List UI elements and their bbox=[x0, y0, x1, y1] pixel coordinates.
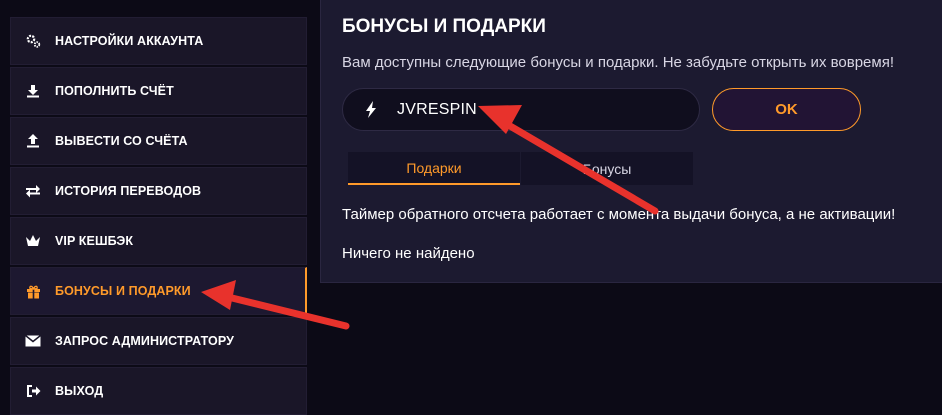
upload-icon bbox=[25, 133, 41, 149]
page-title: БОНУСЫ И ПОДАРКИ bbox=[342, 16, 546, 37]
gears-icon bbox=[25, 33, 41, 49]
panel-description: Вам доступны следующие бонусы и подарки.… bbox=[342, 54, 895, 71]
logout-icon bbox=[25, 383, 41, 399]
sidebar-item-label: ВЫВЕСТИ СО СЧЁТА bbox=[55, 134, 188, 148]
tab-gifts[interactable]: Подарки bbox=[348, 152, 520, 185]
promo-code-value[interactable]: JVRESPIN bbox=[397, 101, 477, 119]
sidebar-item-label: БОНУСЫ И ПОДАРКИ bbox=[55, 284, 191, 298]
sidebar-item-withdraw[interactable]: ВЫВЕСТИ СО СЧЁТА bbox=[10, 117, 307, 165]
sidebar-item-deposit[interactable]: ПОПОЛНИТЬ СЧЁТ bbox=[10, 67, 307, 115]
lightning-icon bbox=[365, 101, 379, 119]
sidebar-item-transfer-history[interactable]: ИСТОРИЯ ПЕРЕВОДОВ bbox=[10, 167, 307, 215]
ok-button[interactable]: OK bbox=[712, 88, 861, 131]
sidebar-item-label: VIP КЕШБЭК bbox=[55, 234, 134, 248]
sidebar-item-bonuses-gifts[interactable]: БОНУСЫ И ПОДАРКИ bbox=[10, 267, 307, 315]
sidebar-item-logout[interactable]: ВЫХОД bbox=[10, 367, 307, 415]
sidebar-item-account-settings[interactable]: НАСТРОЙКИ АККАУНТА bbox=[10, 17, 307, 65]
bonuses-panel: БОНУСЫ И ПОДАРКИ Вам доступны следующие … bbox=[320, 0, 942, 283]
timer-note: Таймер обратного отсчета работает с моме… bbox=[342, 206, 896, 223]
sidebar-item-label: НАСТРОЙКИ АККАУНТА bbox=[55, 34, 204, 48]
tab-bonuses[interactable]: Бонусы bbox=[521, 152, 693, 185]
transfer-arrows-icon bbox=[25, 183, 41, 199]
sidebar-item-label: ВЫХОД bbox=[55, 384, 104, 398]
sidebar-item-admin-request[interactable]: ЗАПРОС АДМИНИСТРАТОРУ bbox=[10, 317, 307, 365]
account-sidebar: НАСТРОЙКИ АККАУНТА ПОПОЛНИТЬ СЧЁТ ВЫВЕСТ… bbox=[10, 0, 309, 415]
promo-code-input[interactable]: JVRESPIN bbox=[342, 88, 700, 131]
gift-icon bbox=[25, 283, 41, 299]
download-icon bbox=[25, 83, 41, 99]
sidebar-item-vip-cashback[interactable]: VIP КЕШБЭК bbox=[10, 217, 307, 265]
crown-icon bbox=[25, 233, 41, 249]
sidebar-item-label: ПОПОЛНИТЬ СЧЁТ bbox=[55, 84, 174, 98]
sidebar-item-label: ИСТОРИЯ ПЕРЕВОДОВ bbox=[55, 184, 202, 198]
bonus-tabs: Подарки Бонусы bbox=[348, 152, 693, 185]
envelope-icon bbox=[25, 333, 41, 349]
empty-message: Ничего не найдено bbox=[342, 245, 475, 262]
sidebar-item-label: ЗАПРОС АДМИНИСТРАТОРУ bbox=[55, 334, 234, 348]
